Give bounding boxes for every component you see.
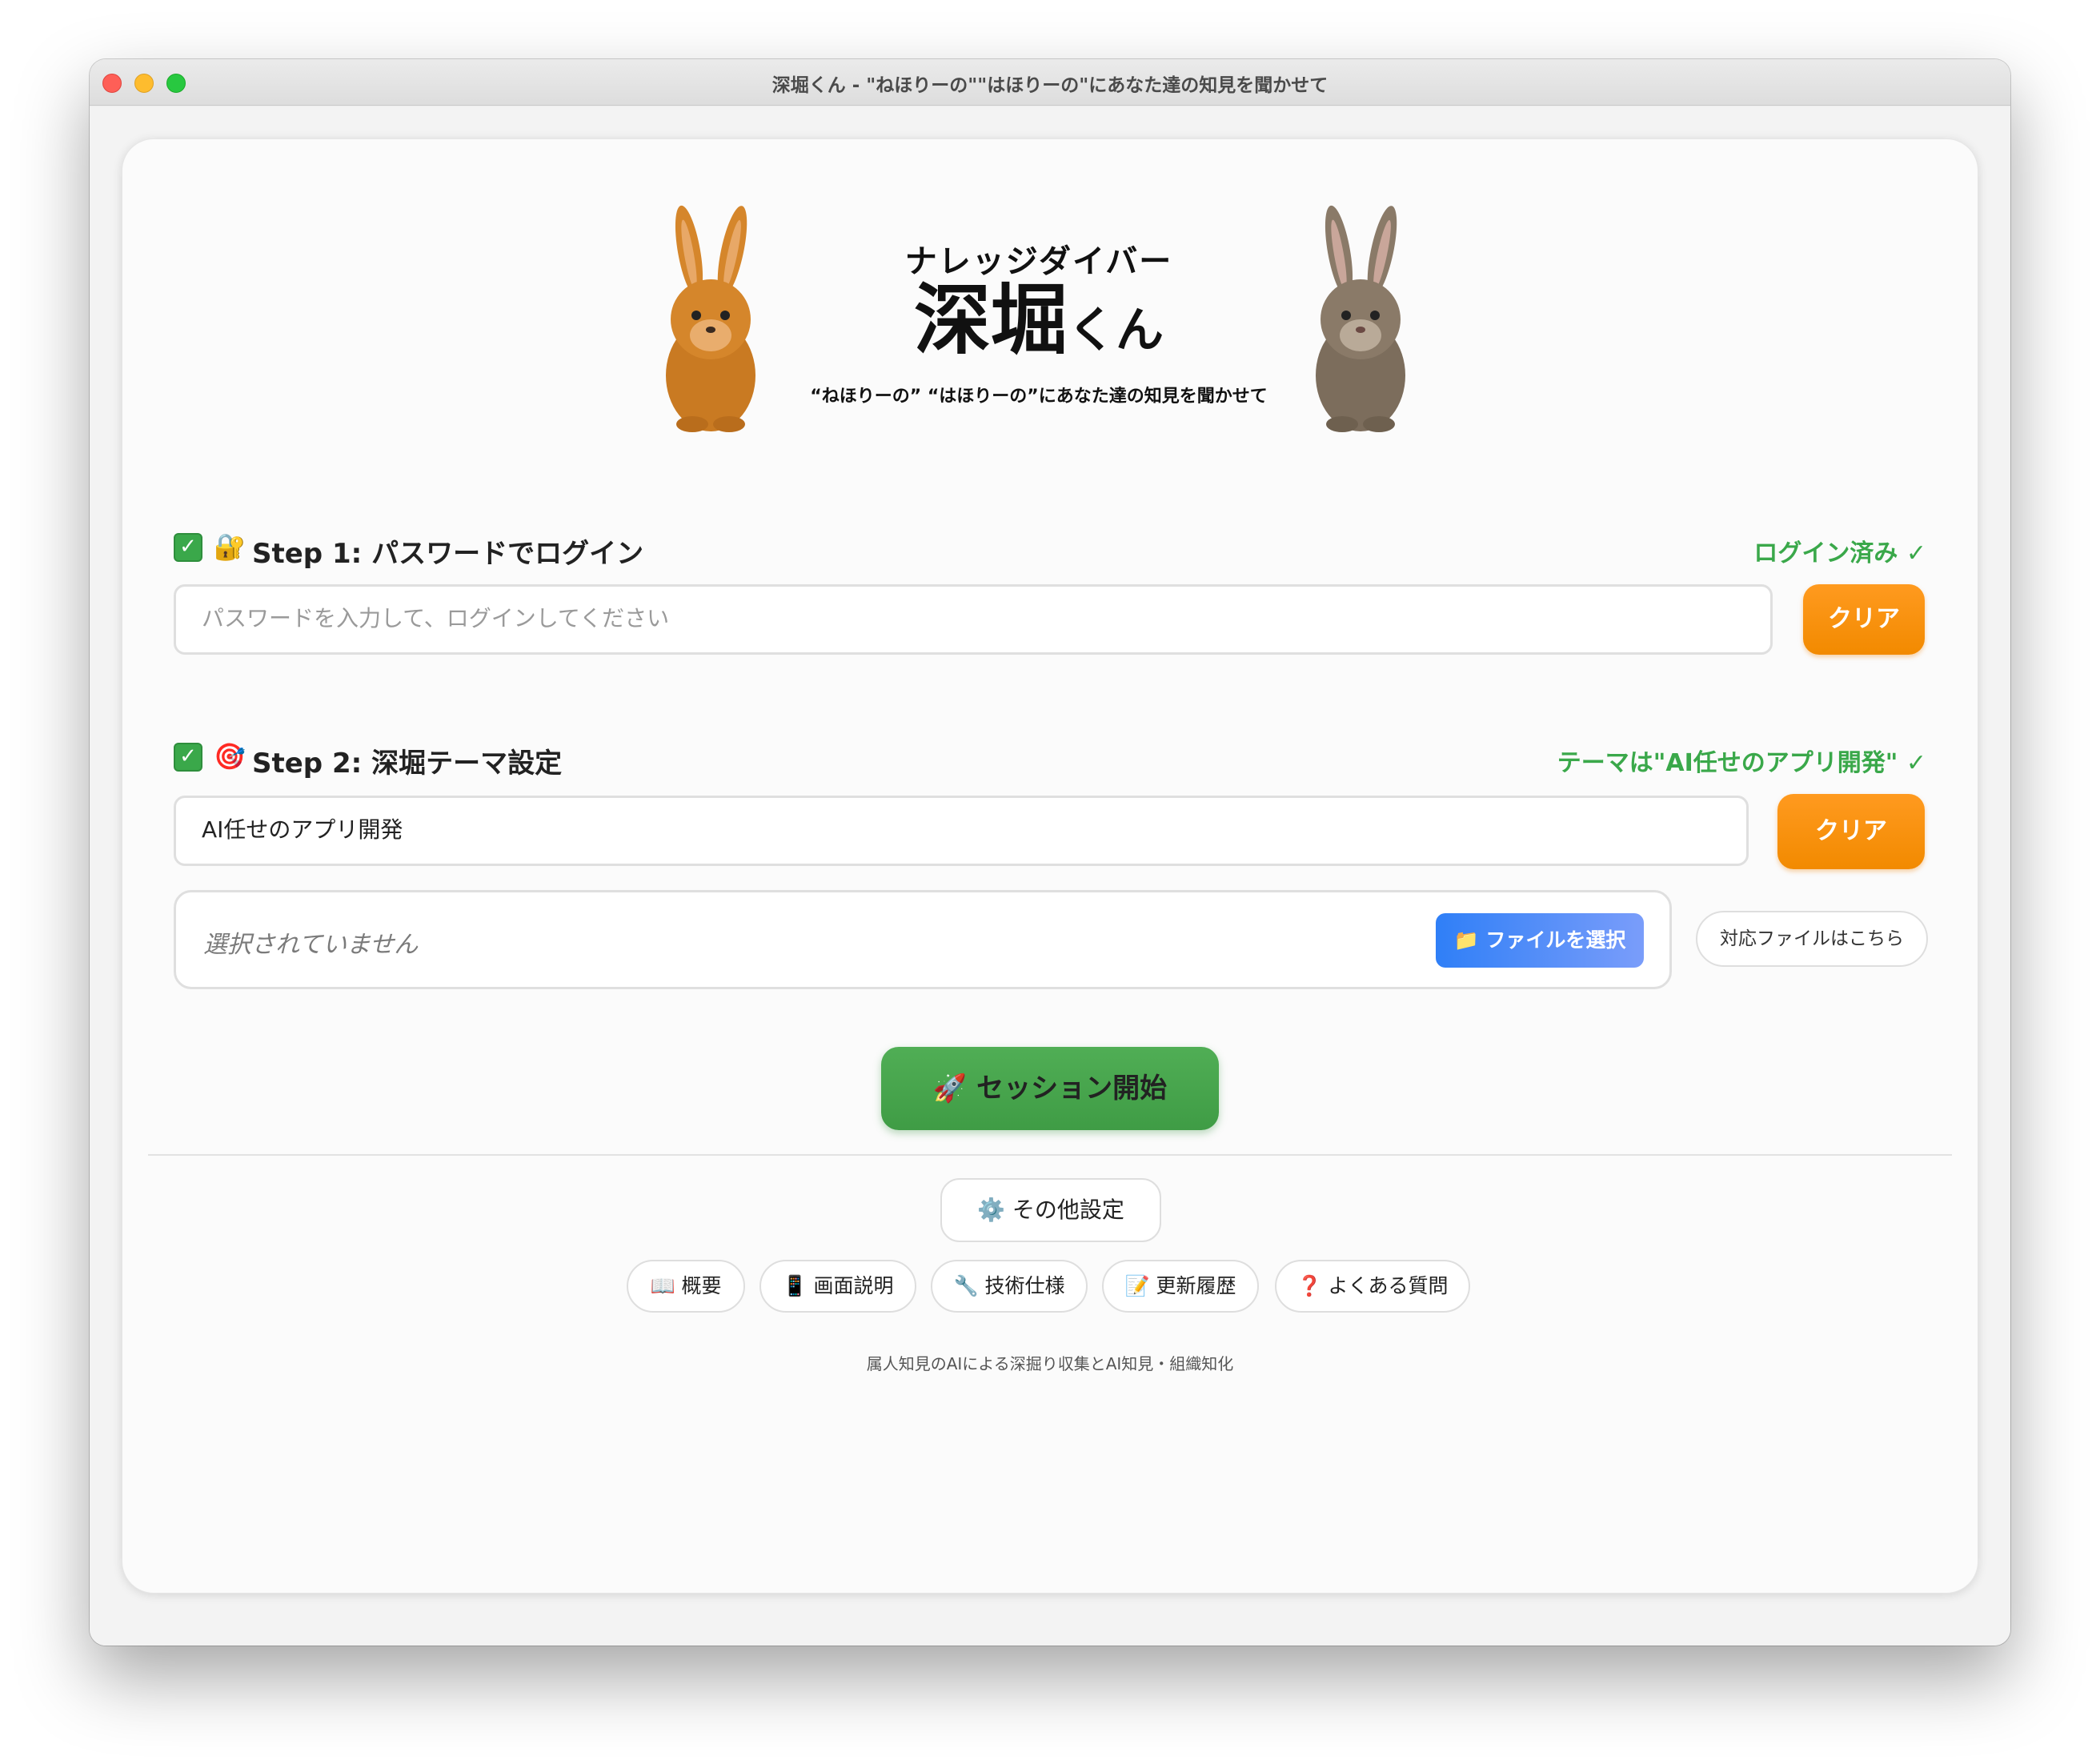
- overview-link[interactable]: 📖 概要: [627, 1260, 745, 1313]
- step2-title: Step 2: 深堀テーマ設定: [252, 748, 563, 780]
- step1-header: ✓ 🔐 Step 1: パスワードでログイン ログイン済み ✓: [174, 528, 1926, 570]
- title-bar: 深堀くん - "ねほりーの""はほりーの"にあなた達の知見を聞かせて: [90, 59, 2010, 106]
- password-input[interactable]: パスワードを入力して、ログインしてください: [174, 584, 1773, 655]
- gray-rabbit-illustration: [1316, 205, 1405, 432]
- file-upload-area[interactable]: 選択されていません 📁 ファイルを選択: [174, 890, 1672, 989]
- select-file-button[interactable]: 📁 ファイルを選択: [1436, 913, 1644, 968]
- brand-title-suffix: くん: [1068, 303, 1164, 359]
- screen-guide-link[interactable]: 📱 画面説明: [759, 1260, 916, 1313]
- app-window: 深堀くん - "ねほりーの""はほりーの"にあなた達の知見を聞かせて ナレッジダ…: [90, 59, 2010, 1646]
- changelog-link[interactable]: 📝 更新履歴: [1102, 1260, 1259, 1313]
- brand-title: 深堀くん: [779, 279, 1299, 372]
- target-icon: 🎯: [214, 741, 246, 772]
- supported-files-button[interactable]: 対応ファイルはこちら: [1696, 911, 1928, 967]
- start-session-button[interactable]: 🚀 セッション開始: [881, 1047, 1219, 1130]
- step2-check-icon: ✓: [174, 743, 202, 772]
- info-links: 📖 概要 📱 画面説明 🔧 技術仕様 📝 更新履歴 ❓ よくある質問: [122, 1260, 1978, 1313]
- theme-input[interactable]: AI任せのアプリ開発: [174, 796, 1749, 866]
- window-title: 深堀くん - "ねほりーの""はほりーの"にあなた達の知見を聞かせて: [771, 75, 1329, 96]
- divider: [148, 1154, 1952, 1156]
- step2-header: ✓ 🎯 Step 2: 深堀テーマ設定 テーマは"AI任せのアプリ開発" ✓: [174, 738, 1926, 780]
- file-status-text: 選択されていません: [203, 931, 419, 959]
- tech-spec-link[interactable]: 🔧 技術仕様: [931, 1260, 1088, 1313]
- orange-rabbit-illustration: [666, 205, 755, 432]
- content-area: ナレッジダイバー 深堀くん “ねほりーの” “はほりーの”にあなた達の知見を聞か…: [90, 106, 2010, 1646]
- lock-icon: 🔐: [214, 531, 246, 562]
- brand-logo: ナレッジダイバー 深堀くん “ねほりーの” “はほりーの”にあなた達の知見を聞か…: [779, 235, 1299, 407]
- app-header: ナレッジダイバー 深堀くん “ねほりーの” “はほりーの”にあなた達の知見を聞か…: [122, 203, 1978, 443]
- step1-check-icon: ✓: [174, 533, 202, 562]
- footer-note: 属人知見のAIによる深掘り収集とAI知見・組織知化: [866, 1354, 1234, 1373]
- faq-link[interactable]: ❓ よくある質問: [1275, 1260, 1470, 1313]
- clear-theme-button[interactable]: クリア: [1777, 794, 1925, 869]
- main-card: ナレッジダイバー 深堀くん “ねほりーの” “はほりーの”にあなた達の知見を聞か…: [122, 138, 1978, 1594]
- step1-title: Step 1: パスワードでログイン: [252, 538, 644, 570]
- step2-status: テーマは"AI任せのアプリ開発" ✓: [1557, 749, 1926, 777]
- brand-title-main: 深堀: [914, 275, 1068, 365]
- other-settings-button[interactable]: ⚙️ その他設定: [940, 1178, 1161, 1242]
- clear-password-button[interactable]: クリア: [1803, 584, 1925, 655]
- brand-subtitle: “ねほりーの” “はほりーの”にあなた達の知見を聞かせて: [810, 387, 1268, 407]
- step1-status: ログイン済み ✓: [1753, 539, 1926, 567]
